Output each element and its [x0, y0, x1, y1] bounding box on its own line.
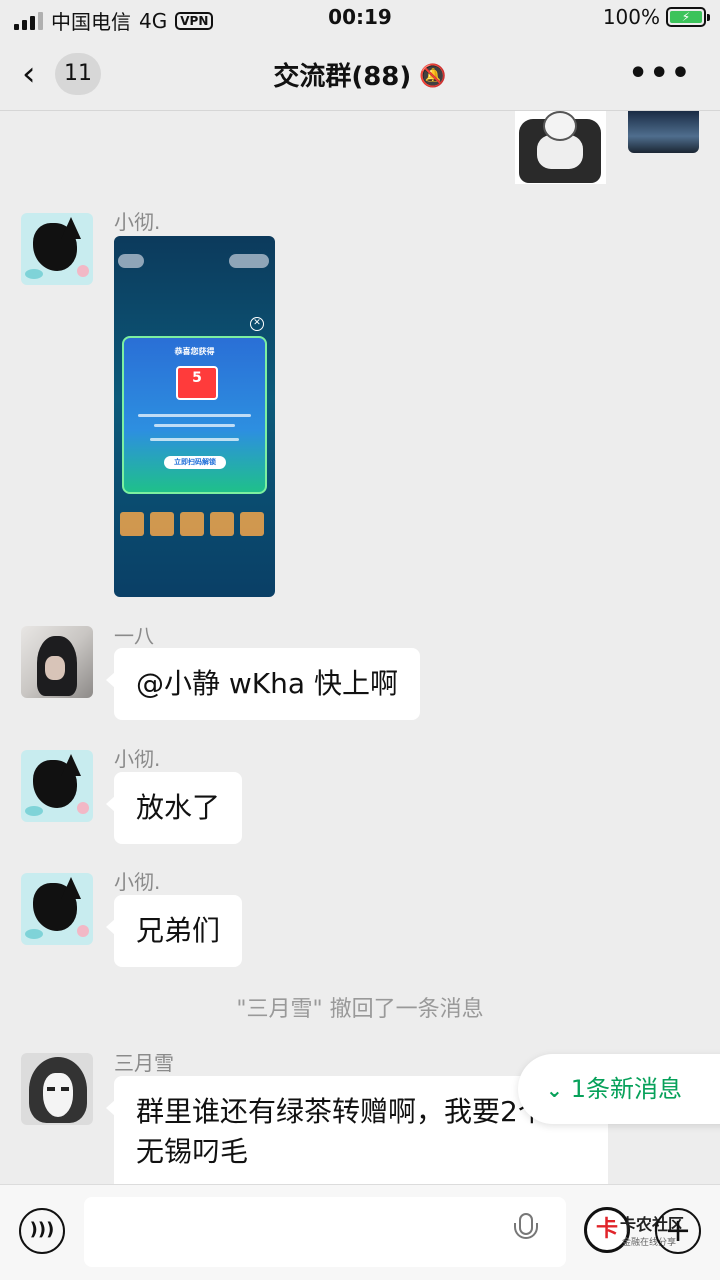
new-message-button[interactable]: ⌄ 1条新消息 — [518, 1054, 720, 1124]
double-chevron-down-icon: ⌄ — [546, 1078, 563, 1102]
sender-name: 一八 — [114, 624, 154, 648]
message-text-line: 无锡叼毛 — [136, 1135, 249, 1168]
sender-name: 小彻. — [114, 870, 161, 894]
photo-thumbnail[interactable] — [628, 111, 699, 153]
recall-notice: "三月雪" 撤回了一条消息 — [236, 997, 484, 1022]
image-message[interactable]: ✕ 恭喜您获得 5 立即扫码解锁 — [114, 236, 275, 597]
message-bubble[interactable]: @小静 wKha 快上啊 — [106, 648, 420, 720]
sender-name: 三月雪 — [114, 1051, 174, 1075]
header-divider — [0, 110, 720, 111]
microphone-icon[interactable] — [514, 1213, 538, 1245]
chat-title-text: 交流群(88) — [273, 62, 412, 92]
avatar[interactable] — [21, 1053, 93, 1125]
new-message-label: 1条新消息 — [570, 1075, 683, 1103]
bell-slash-icon: 🔕 — [419, 64, 447, 89]
status-bar: 中国电信 4G VPN 00:19 100% ⚡ — [0, 0, 720, 36]
avatar[interactable] — [21, 213, 93, 285]
chat-title: 交流群(88) 🔕 — [0, 56, 720, 93]
message-bubble[interactable]: 放水了 — [105, 772, 243, 844]
voice-icon[interactable]: ))) — [19, 1208, 65, 1254]
sender-name: 小彻. — [114, 210, 161, 234]
close-icon: ✕ — [250, 317, 264, 331]
reward-card-title: 恭喜您获得 — [174, 347, 215, 356]
battery-icon: ⚡ — [666, 7, 710, 27]
message-input[interactable] — [84, 1197, 566, 1267]
battery-percent: 100% — [602, 5, 660, 29]
avatar[interactable] — [21, 626, 93, 698]
plus-icon[interactable]: + — [655, 1208, 701, 1254]
coupon-badge: 5 — [176, 366, 218, 400]
message-bubble[interactable]: 兄弟们 — [105, 895, 243, 967]
scan-unlock-button: 立即扫码解锁 — [164, 456, 226, 469]
sender-name: 小彻. — [114, 747, 161, 771]
chat-header: ‹ 11 交流群(88) 🔕 ••• — [0, 38, 720, 110]
more-dots-icon[interactable]: ••• — [628, 56, 692, 91]
reward-card: 恭喜您获得 5 立即扫码解锁 — [122, 336, 267, 494]
input-bar: ))) 卡 卡农社区 金融在线分享 + — [0, 1184, 720, 1280]
sticker-image[interactable] — [515, 111, 606, 184]
avatar[interactable] — [21, 873, 93, 945]
avatar[interactable] — [21, 750, 93, 822]
